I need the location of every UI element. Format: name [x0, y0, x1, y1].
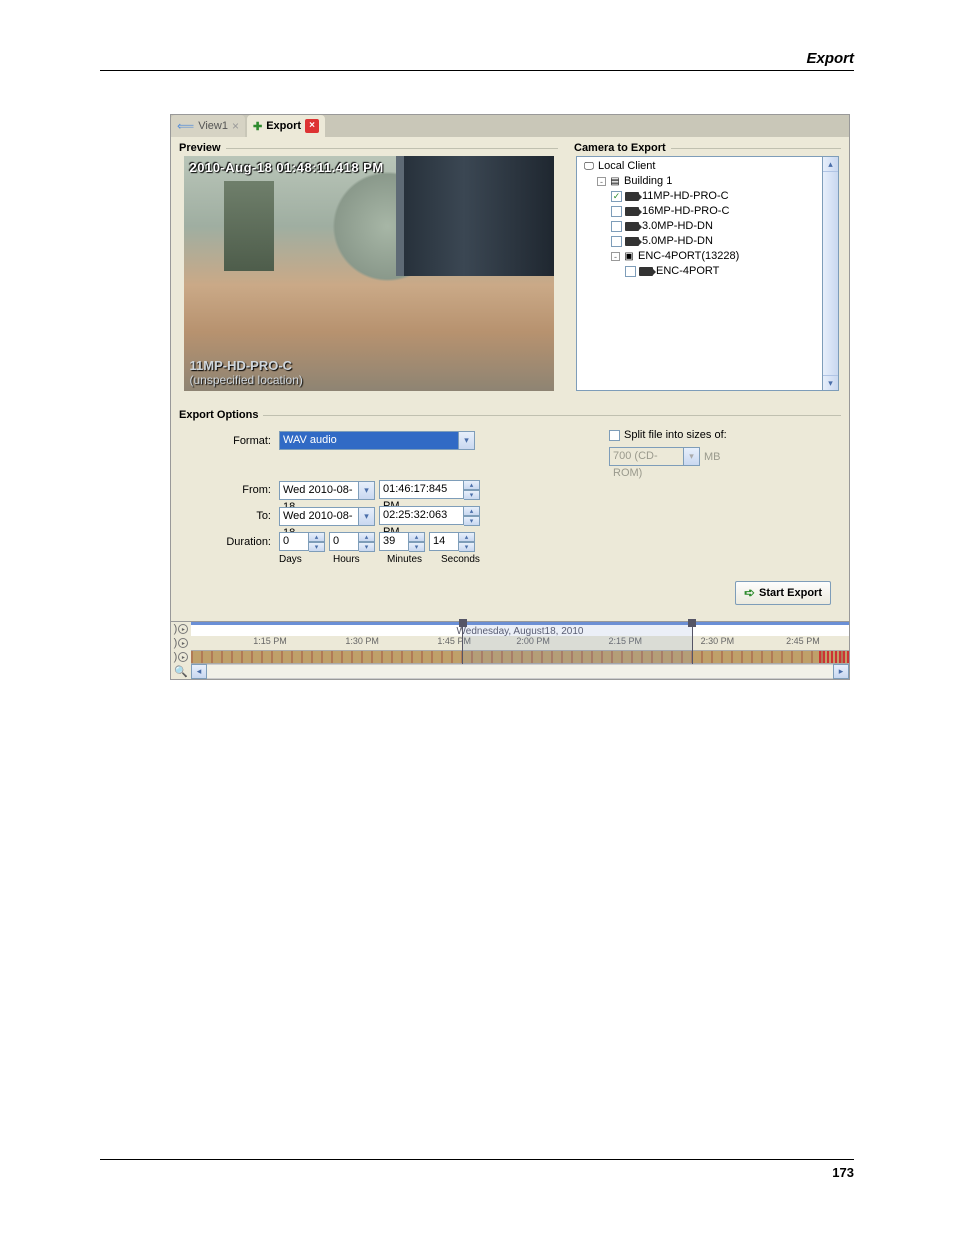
- server-icon: ▤: [609, 174, 621, 189]
- video-preview[interactable]: 2010-Aug-18 01:48:11.418 PM 11MP-HD-PRO-…: [184, 156, 554, 391]
- split-unit: MB: [704, 451, 721, 463]
- chevron-down-icon[interactable]: ▾: [359, 481, 375, 500]
- camera-icon: [625, 192, 639, 201]
- from-date-dropdown[interactable]: Wed 2010-08-18 ▾: [279, 481, 375, 500]
- play-icon[interactable]: ▸: [178, 624, 188, 634]
- camera-icon: [639, 267, 653, 276]
- tab-bar: ⟸ View1 × ✚ Export ×: [171, 115, 849, 137]
- tree-camera-item[interactable]: ✓11MP-HD-PRO-C: [611, 189, 818, 204]
- collapse-icon[interactable]: -: [611, 252, 620, 261]
- footer-rule: [100, 1159, 854, 1160]
- minutes-sublabel: Minutes: [387, 554, 441, 565]
- timeline-date: Wednesday, August18, 2010: [191, 622, 849, 636]
- checkbox[interactable]: [611, 206, 622, 217]
- export-plus-icon: ✚: [253, 120, 262, 133]
- split-label: Split file into sizes of:: [624, 429, 727, 441]
- tab-export[interactable]: ✚ Export ×: [247, 115, 325, 137]
- from-time-spinner[interactable]: 01:46:17:845 PM ▴▾: [379, 480, 480, 500]
- page-number: 173: [832, 1165, 854, 1180]
- tree-camera-item[interactable]: 3.0MP-HD-DN: [611, 219, 818, 234]
- timeline-ruler[interactable]: 1:15 PM 1:30 PM 1:45 PM 2:00 PM 2:15 PM …: [191, 636, 849, 650]
- timeline-scrollbar[interactable]: ◂ ▸: [191, 664, 849, 679]
- hours-sublabel: Hours: [333, 554, 387, 565]
- export-window: ⟸ View1 × ✚ Export × Preview 2010-Aug-18…: [170, 114, 850, 680]
- tree-scrollbar[interactable]: ▴ ▾: [823, 156, 839, 391]
- close-icon[interactable]: ×: [232, 119, 239, 133]
- options-title: Export Options: [179, 409, 258, 421]
- tree-camera-item[interactable]: 5.0MP-HD-DN: [611, 234, 818, 249]
- tree-encoder: ENC-4PORT(13228): [638, 249, 739, 264]
- checkbox[interactable]: [611, 221, 622, 232]
- duration-seconds-spinner[interactable]: 14▴▾: [429, 532, 475, 552]
- camera-icon: [625, 207, 639, 216]
- checkbox[interactable]: [611, 236, 622, 247]
- checkbox[interactable]: [625, 266, 636, 277]
- camera-tree[interactable]: 🖵Local Client -▤Building 1 ✓11MP-HD-PRO-…: [576, 156, 823, 391]
- preview-title: Preview: [179, 142, 221, 154]
- video-camera-name: 11MP-HD-PRO-C: [190, 358, 293, 373]
- timeline: )▸ Wednesday, August18, 2010 )▸ 1:15 PM …: [171, 621, 849, 679]
- tree-site: Building 1: [624, 174, 672, 189]
- tree-camera-item[interactable]: 16MP-HD-PRO-C: [611, 204, 818, 219]
- paren-icon: ): [174, 623, 178, 635]
- monitor-icon: 🖵: [583, 159, 595, 174]
- tree-root: Local Client: [598, 159, 655, 174]
- tab-view1[interactable]: ⟸ View1 ×: [171, 115, 245, 137]
- format-label: Format:: [187, 435, 275, 447]
- duration-days-spinner[interactable]: 0▴▾: [279, 532, 325, 552]
- days-sublabel: Days: [279, 554, 333, 565]
- camera-title: Camera to Export: [574, 142, 666, 154]
- collapse-icon[interactable]: -: [597, 177, 606, 186]
- to-date-dropdown[interactable]: Wed 2010-08-18 ▾: [279, 507, 375, 526]
- options-group: Export Options Format: WAV audio ▾ From:…: [173, 405, 847, 621]
- back-arrow-icon: ⟸: [177, 119, 194, 133]
- spin-up-icon[interactable]: ▴: [464, 480, 480, 490]
- split-size-dropdown: 700 (CD-ROM) ▾: [609, 447, 700, 466]
- to-label: To:: [187, 510, 275, 522]
- tab-export-label: Export: [266, 120, 301, 132]
- close-icon[interactable]: ×: [305, 119, 319, 133]
- camera-icon: [625, 222, 639, 231]
- zoom-icon[interactable]: 🔍: [171, 664, 191, 679]
- encoder-icon: ▣: [623, 249, 635, 264]
- format-dropdown[interactable]: WAV audio ▾: [279, 431, 475, 450]
- preview-group: Preview 2010-Aug-18 01:48:11.418 PM 11MP…: [173, 138, 564, 401]
- checkbox-checked[interactable]: ✓: [611, 191, 622, 202]
- scroll-down-icon[interactable]: ▾: [823, 375, 838, 390]
- camera-icon: [625, 237, 639, 246]
- timeline-track[interactable]: [191, 650, 849, 664]
- scroll-right-icon[interactable]: ▸: [833, 664, 849, 679]
- start-export-button[interactable]: ➪ Start Export: [735, 581, 831, 605]
- scroll-left-icon[interactable]: ◂: [191, 664, 207, 679]
- chevron-down-icon[interactable]: ▾: [359, 507, 375, 526]
- arrow-right-icon: ➪: [744, 585, 755, 601]
- paren-icon: ): [174, 651, 178, 663]
- chevron-down-icon: ▾: [684, 447, 700, 466]
- duration-label: Duration:: [187, 536, 275, 548]
- spin-down-icon[interactable]: ▾: [464, 490, 480, 500]
- page-header: Export: [806, 50, 854, 67]
- seconds-sublabel: Seconds: [441, 554, 495, 565]
- duration-minutes-spinner[interactable]: 39▴▾: [379, 532, 425, 552]
- video-location: (unspecified location): [190, 373, 303, 387]
- format-value: WAV audio: [279, 431, 459, 450]
- to-time-spinner[interactable]: 02:25:32:063 PM ▴▾: [379, 506, 480, 526]
- camera-group: Camera to Export 🖵Local Client -▤Buildin…: [568, 138, 847, 401]
- video-timestamp: 2010-Aug-18 01:48:11.418 PM: [190, 160, 384, 175]
- play-icon[interactable]: ▸: [178, 638, 188, 648]
- paren-icon: ): [174, 637, 178, 649]
- duration-hours-spinner[interactable]: 0▴▾: [329, 532, 375, 552]
- from-label: From:: [187, 484, 275, 496]
- chevron-down-icon[interactable]: ▾: [459, 431, 475, 450]
- spin-up-icon[interactable]: ▴: [464, 506, 480, 516]
- split-checkbox[interactable]: [609, 430, 620, 441]
- tree-camera-item[interactable]: ENC-4PORT: [625, 264, 818, 279]
- scroll-up-icon[interactable]: ▴: [823, 157, 838, 172]
- spin-down-icon[interactable]: ▾: [464, 516, 480, 526]
- start-export-label: Start Export: [759, 587, 822, 599]
- header-rule: [100, 70, 854, 71]
- play-icon[interactable]: ▸: [178, 652, 188, 662]
- tab-view1-label: View1: [198, 120, 228, 132]
